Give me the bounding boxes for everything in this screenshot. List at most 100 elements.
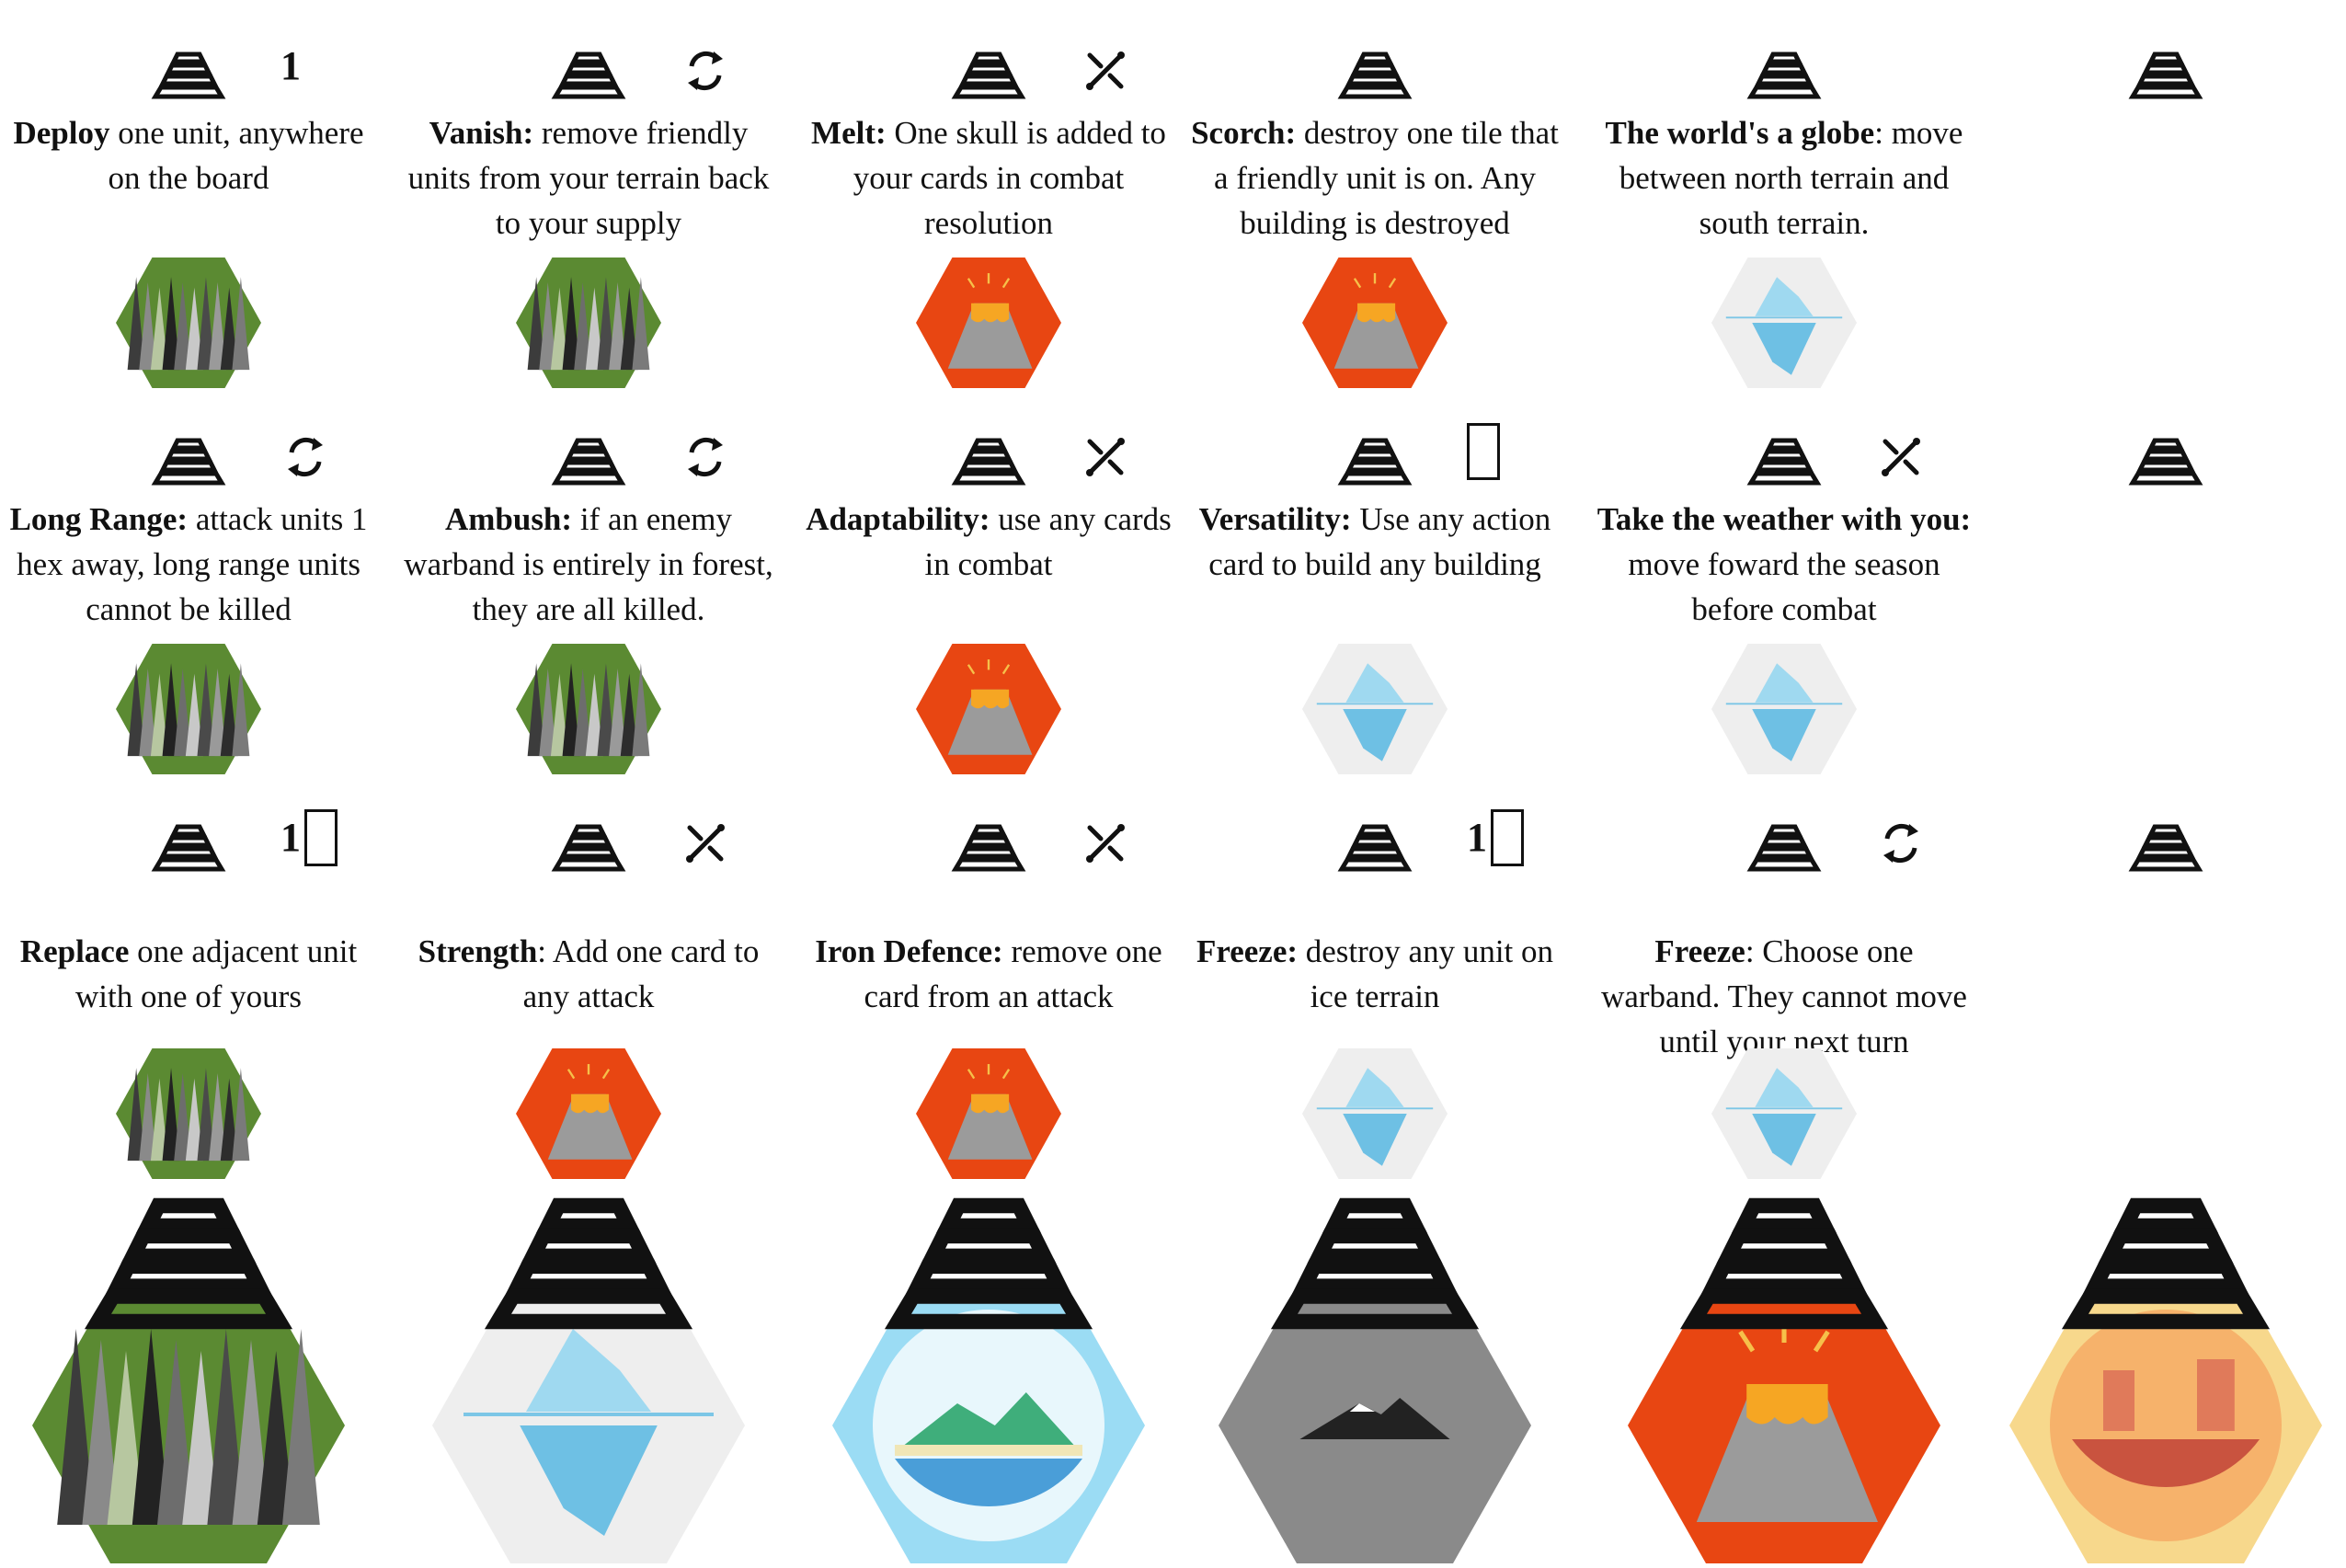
forest-tile-icon	[116, 258, 261, 388]
cost-number: 1	[280, 815, 301, 860]
ability-text: Replace one adjacent unit with one of yo…	[0, 929, 377, 1019]
volcano-tile-icon	[516, 1048, 661, 1179]
volcano-tile-icon	[1302, 258, 1448, 388]
ability-name: Vanish:	[429, 115, 534, 151]
ability-text: Ambush: if an enemy warband is entirely …	[400, 497, 777, 632]
ability-name: Melt:	[811, 115, 887, 151]
cost-number: 1	[1467, 815, 1487, 860]
ability-text: Versatility: Use any action card to buil…	[1186, 497, 1563, 587]
cost-badge	[1467, 423, 1500, 480]
cost-badge	[1081, 432, 1130, 486]
pyramid-icon	[950, 51, 1027, 100]
cost-badge	[1876, 818, 1926, 873]
cost-badge: 1	[280, 809, 338, 866]
swords-icon	[681, 818, 730, 873]
cycle-icon	[1876, 818, 1926, 873]
cycle-icon	[280, 432, 330, 486]
ability-text: Adaptability: use any cards in combat	[800, 497, 1177, 587]
ability-text: The world's a globe: move between north …	[1596, 110, 1973, 246]
ability-description: move foward the season before combat	[1628, 546, 1940, 627]
ability-name: Replace	[19, 933, 130, 969]
ability-name: Ambush:	[444, 501, 573, 537]
cost-badge: 1	[280, 46, 301, 86]
pyramid-icon	[950, 437, 1027, 486]
volcano-tile-icon	[916, 1048, 1061, 1179]
pyramid-icon	[550, 823, 627, 873]
ability-name: Deploy	[13, 115, 110, 151]
ability-description: one unit, anywhere on the board	[108, 115, 364, 196]
ice-tile-icon	[1711, 258, 1857, 388]
card-icon	[1491, 809, 1524, 866]
pyramid-icon	[883, 1196, 1094, 1332]
pyramid-icon	[483, 1196, 694, 1332]
ice-tile-icon	[1711, 644, 1857, 774]
pyramid-icon	[1745, 437, 1823, 486]
pyramid-icon	[83, 1196, 294, 1332]
ability-name: Strength	[418, 933, 538, 969]
ability-text: Freeze: Choose one warband. They cannot …	[1596, 929, 1973, 1064]
card-icon	[304, 809, 338, 866]
ability-description: One skull is added to your cards in comb…	[853, 115, 1166, 241]
swords-icon	[1876, 432, 1926, 486]
pyramid-icon	[1269, 1196, 1481, 1332]
pyramid-icon	[2060, 1196, 2272, 1332]
ice-tile-icon	[1302, 1048, 1448, 1179]
cost-badge	[681, 432, 730, 486]
pyramid-icon	[2127, 437, 2204, 486]
volcano-tile-icon	[916, 644, 1061, 774]
pyramid-icon	[1336, 51, 1413, 100]
cost-badge	[1876, 432, 1926, 486]
pyramid-icon	[550, 51, 627, 100]
swords-icon	[1081, 818, 1130, 873]
ability-name: Freeze:	[1196, 933, 1299, 969]
cost-badge: 1	[1467, 809, 1524, 866]
swords-icon	[1081, 432, 1130, 486]
pyramid-icon	[2127, 51, 2204, 100]
pyramid-icon	[1678, 1196, 1890, 1332]
cost-badge	[1081, 46, 1130, 100]
cycle-icon	[681, 46, 730, 100]
cost-badge	[681, 818, 730, 873]
ability-name: Iron Defence:	[815, 933, 1003, 969]
ice-tile-icon	[1711, 1048, 1857, 1179]
ability-text: Long Range: attack units 1 hex away, lon…	[0, 497, 377, 632]
ability-text: Freeze: destroy any unit on ice terrain	[1186, 929, 1563, 1019]
ability-text: Melt: One skull is added to your cards i…	[800, 110, 1177, 246]
cost-badge	[681, 46, 730, 100]
swords-icon	[1081, 46, 1130, 100]
pyramid-icon	[150, 51, 227, 100]
pyramid-icon	[1745, 823, 1823, 873]
ability-description: : Add one card to any attack	[522, 933, 760, 1014]
pyramid-icon	[1336, 823, 1413, 873]
cost-badge	[1081, 818, 1130, 873]
forest-tile-icon	[516, 258, 661, 388]
forest-tile-icon	[116, 644, 261, 774]
pyramid-icon	[2127, 823, 2204, 873]
ability-name: Versatility:	[1198, 501, 1352, 537]
cycle-icon	[681, 432, 730, 486]
ability-description: destroy any unit on ice terrain	[1298, 933, 1554, 1014]
pyramid-icon	[150, 437, 227, 486]
ability-text: Vanish: remove friendly units from your …	[400, 110, 777, 246]
ability-text: Strength: Add one card to any attack	[400, 929, 777, 1019]
ability-text: Iron Defence: remove one card from an at…	[800, 929, 1177, 1019]
ability-name: Long Range:	[9, 501, 189, 537]
forest-tile-icon	[116, 1048, 261, 1179]
ability-text: Scorch: destroy one tile that a friendly…	[1186, 110, 1563, 246]
ability-name: Freeze	[1654, 933, 1745, 969]
volcano-tile-icon	[916, 258, 1061, 388]
forest-tile-icon	[516, 644, 661, 774]
pyramid-icon	[950, 823, 1027, 873]
ability-name: Take the weather with you:	[1596, 501, 1972, 537]
card-icon	[1467, 423, 1500, 480]
cost-number: 1	[280, 43, 301, 88]
ability-text: Take the weather with you: move foward t…	[1596, 497, 1973, 632]
pyramid-icon	[1745, 51, 1823, 100]
cost-badge	[280, 432, 330, 486]
pyramid-icon	[150, 823, 227, 873]
ability-name: Scorch:	[1191, 115, 1297, 151]
pyramid-icon	[550, 437, 627, 486]
ability-text: Deploy one unit, anywhere on the board	[0, 110, 377, 200]
ability-name: Adaptability:	[806, 501, 990, 537]
ability-name: The world's a globe	[1605, 115, 1875, 151]
